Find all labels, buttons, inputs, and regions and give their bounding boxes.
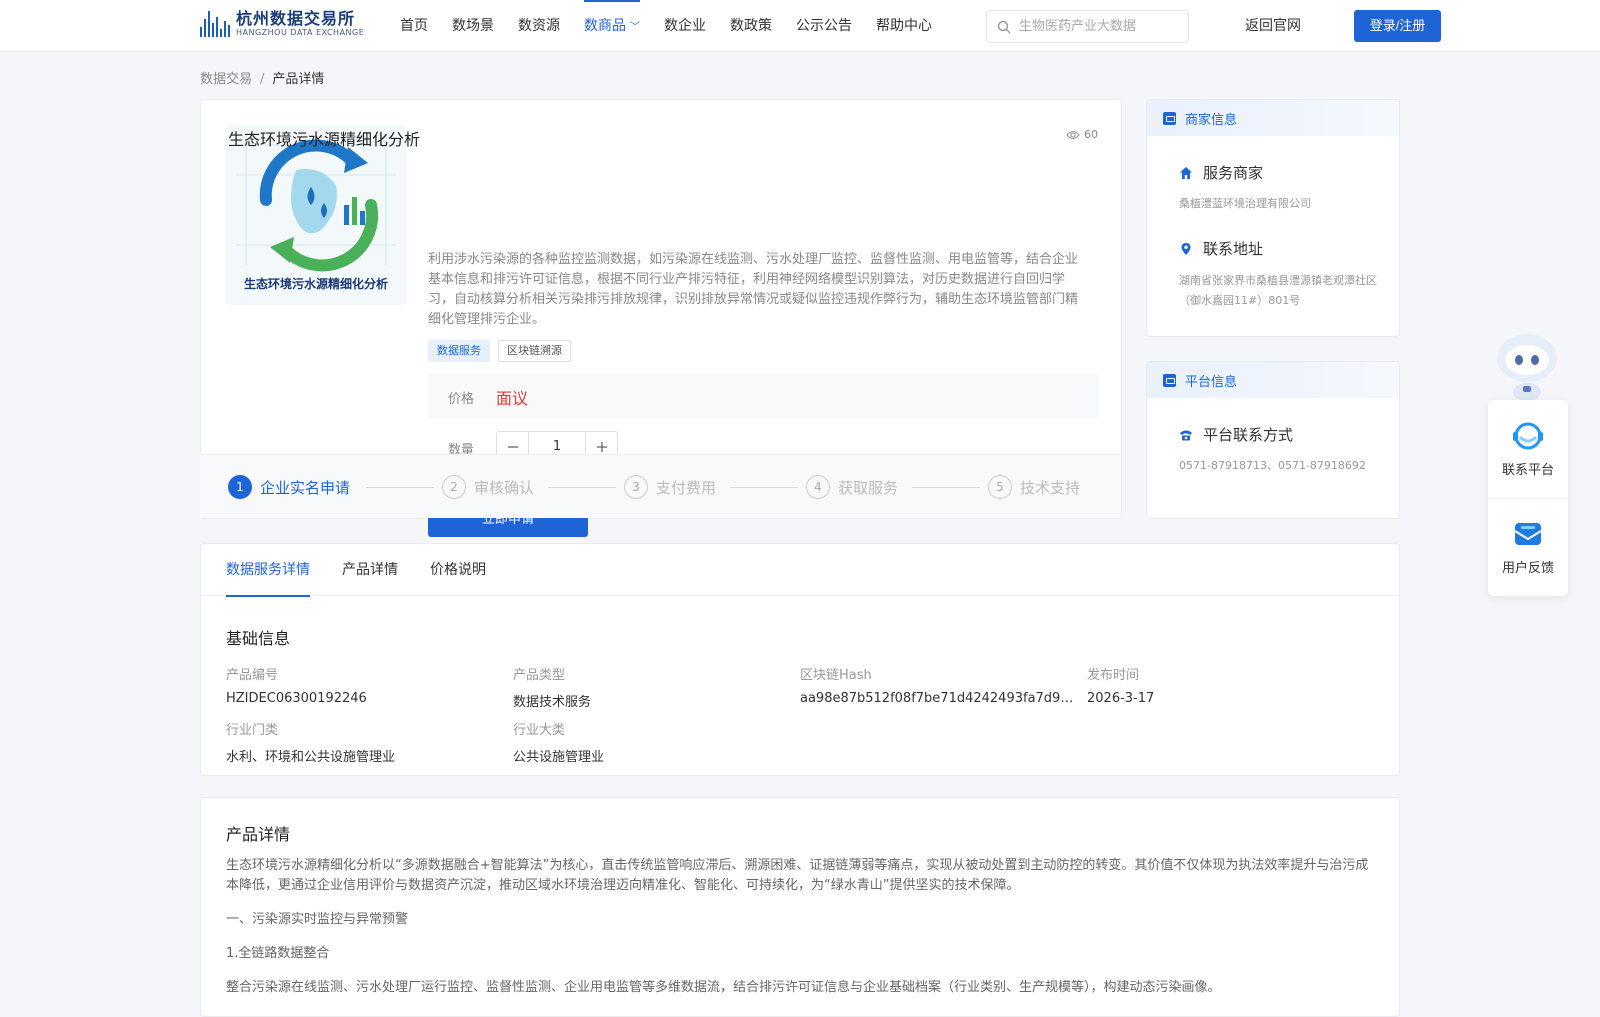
field-value: 数据技术服务 xyxy=(513,695,592,710)
quantity-stepper[interactable]: 1 xyxy=(496,431,618,463)
eye-icon xyxy=(1066,130,1080,139)
basic-info-title: 基础信息 xyxy=(226,629,291,648)
service-merchant-value: 桑植澧蓝环境治理有限公司 xyxy=(1179,197,1311,210)
field-value: HZIDEC06300192246 xyxy=(226,691,367,706)
search-box[interactable] xyxy=(986,10,1189,43)
store-icon xyxy=(1163,111,1176,125)
nav-enterprises[interactable]: 数企业 xyxy=(664,0,706,52)
nav-home[interactable]: 首页 xyxy=(400,0,428,52)
product-detail-paragraph: 整合污染源在线监测、污水处理厂运行监控、监督性监测、企业用电监管等多维数据流，结… xyxy=(226,980,1221,995)
quantity-decrease-button[interactable] xyxy=(497,432,528,462)
breadcrumb-separator: / xyxy=(260,72,265,87)
view-count-value: 60 xyxy=(1084,128,1098,141)
field-value: 公共设施管理业 xyxy=(513,750,605,765)
field-publish-time: 发布时间 2026-3-17 xyxy=(1087,664,1367,706)
merchant-info-header: 商家信息 xyxy=(1147,100,1399,136)
field-label: 产品编号 xyxy=(226,668,279,683)
floating-toolbar: 联系平台 用户反馈 xyxy=(1488,400,1568,596)
minus-icon xyxy=(507,446,518,448)
product-detail-heading-1: 一、污染源实时监控与异常预警 xyxy=(226,912,409,927)
field-value: 2026-3-17 xyxy=(1087,691,1155,706)
nav-scenes[interactable]: 数场景 xyxy=(452,0,494,52)
logo-title: 杭州数据交易所 xyxy=(236,9,356,28)
field-label: 产品类型 xyxy=(513,668,566,683)
tab-price-description[interactable]: 价格说明 xyxy=(430,544,486,596)
main-nav: 首页 数场景 数资源 数商品 ﹀ 数企业 数政策 公示公告 帮助中心 xyxy=(400,0,956,52)
contact-address-title: 联系地址 xyxy=(1179,238,1263,259)
nav-help[interactable]: 帮助中心 xyxy=(876,0,932,52)
field-product-id: 产品编号 HZIDEC06300192246 xyxy=(226,664,506,706)
phone-icon xyxy=(1180,430,1192,440)
search-icon xyxy=(997,20,1011,33)
field-industry-category: 行业门类水利、环境和公共设施管理业 xyxy=(226,719,506,765)
field-label: 行业门类 xyxy=(226,723,279,738)
back-to-site-link[interactable]: 返回官网 xyxy=(1245,0,1301,52)
user-feedback-label: 用户反馈 xyxy=(1501,561,1554,576)
quantity-increase-button[interactable] xyxy=(586,432,617,462)
product-detail-heading-2: 1.全链路数据整合 xyxy=(226,946,330,961)
product-image-caption: 生态环境污水源精细化分析 xyxy=(243,277,388,291)
breadcrumb-current: 产品详情 xyxy=(272,72,325,87)
product-image: 生态环境污水源精细化分析 xyxy=(226,125,406,305)
field-value: aa98e87b512f08f7be71d4242493fa7d9ba… xyxy=(800,691,1080,706)
nav-resources[interactable]: 数资源 xyxy=(518,0,560,52)
platform-contact-value: 0571-87918713、0571-87918692 xyxy=(1179,459,1366,472)
top-header: 杭州数据交易所 HANGZHOU DATA EXCHANGE 首页 数场景 数资… xyxy=(0,0,1600,52)
nav-policy[interactable]: 数政策 xyxy=(730,0,772,52)
contact-address-value: 湖南省张家界市桑植县澧源镇老观潭社区（御水嘉园11#）801号 xyxy=(1179,274,1377,307)
field-blockchain-hash: 区块链Hash aa98e87b512f08f7be71d4242493fa7d9… xyxy=(800,664,1080,706)
product-detail-card: 产品详情 生态环境污水源精细化分析以“多源数据融合+智能算法”为核心，直击传统监… xyxy=(200,797,1400,1017)
tab-product-detail[interactable]: 产品详情 xyxy=(342,544,398,596)
contact-platform-button[interactable]: 联系平台 xyxy=(1488,400,1568,498)
product-detail-intro: 生态环境污水源精细化分析以“多源数据融合+智能算法”为核心，直击传统监管响应滞后… xyxy=(226,858,1369,893)
field-product-type: 产品类型数据技术服务 xyxy=(513,664,793,710)
field-label: 行业大类 xyxy=(513,723,566,738)
product-card: 生态环境污水源精细化分析 xyxy=(200,99,1122,519)
field-label: 区块链Hash xyxy=(800,668,872,683)
service-merchant-title: 服务商家 xyxy=(1179,162,1263,183)
contact-platform-label: 联系平台 xyxy=(1501,462,1554,478)
view-count: 60 xyxy=(1066,128,1098,141)
logo-subtitle: HANGZHOU DATA EXCHANGE xyxy=(236,28,365,37)
service-detail-card: 数据服务详情 产品详情 价格说明 基础信息 产品编号 HZIDEC06300192… xyxy=(200,543,1400,776)
tab-service-detail[interactable]: 数据服务详情 xyxy=(226,544,310,597)
platform-info-card: 平台信息 平台联系方式 0571-87918713、0571-87918692 xyxy=(1146,361,1400,519)
chevron-down-icon: ﹀ xyxy=(630,22,640,33)
platform-info-header: 平台信息 xyxy=(1147,362,1399,398)
field-label: 发布时间 xyxy=(1087,668,1140,683)
monitor-icon xyxy=(1163,373,1176,387)
field-industry-class: 行业大类公共设施管理业 xyxy=(513,719,793,765)
merchant-info-card: 商家信息 服务商家 桑植澧蓝环境治理有限公司 联系地址 湖南省张家界市桑植县澧源… xyxy=(1146,99,1400,337)
headset-icon xyxy=(1513,422,1543,449)
product-detail-title: 产品详情 xyxy=(226,825,291,844)
apply-now-button[interactable]: 立即申请 xyxy=(428,501,588,537)
nav-products[interactable]: 数商品 ﹀ xyxy=(584,0,640,52)
user-feedback-button[interactable]: 用户反馈 xyxy=(1488,498,1568,596)
breadcrumb-root[interactable]: 数据交易 xyxy=(200,72,252,87)
logo-mark-icon xyxy=(200,11,230,37)
field-value: 水利、环境和公共设施管理业 xyxy=(226,750,396,765)
site-logo[interactable]: 杭州数据交易所 HANGZHOU DATA EXCHANGE xyxy=(200,10,364,38)
platform-contact-title: 平台联系方式 xyxy=(1179,424,1293,445)
login-register-button[interactable]: 登录/注册 xyxy=(1354,10,1441,42)
quantity-value[interactable]: 1 xyxy=(528,432,586,462)
location-pin-icon xyxy=(1181,242,1191,255)
mail-icon xyxy=(1514,523,1542,545)
nav-announcements[interactable]: 公示公告 xyxy=(796,0,852,52)
product-title: 生态环境污水源精细化分析 xyxy=(228,130,421,149)
home-icon xyxy=(1180,166,1192,179)
assistant-robot-icon[interactable] xyxy=(1488,324,1566,402)
plus-icon xyxy=(596,442,607,452)
search-input[interactable] xyxy=(1019,19,1179,34)
breadcrumb: 数据交易 / 产品详情 xyxy=(200,68,324,87)
detail-tabs: 数据服务详情 产品详情 价格说明 xyxy=(201,544,1399,597)
